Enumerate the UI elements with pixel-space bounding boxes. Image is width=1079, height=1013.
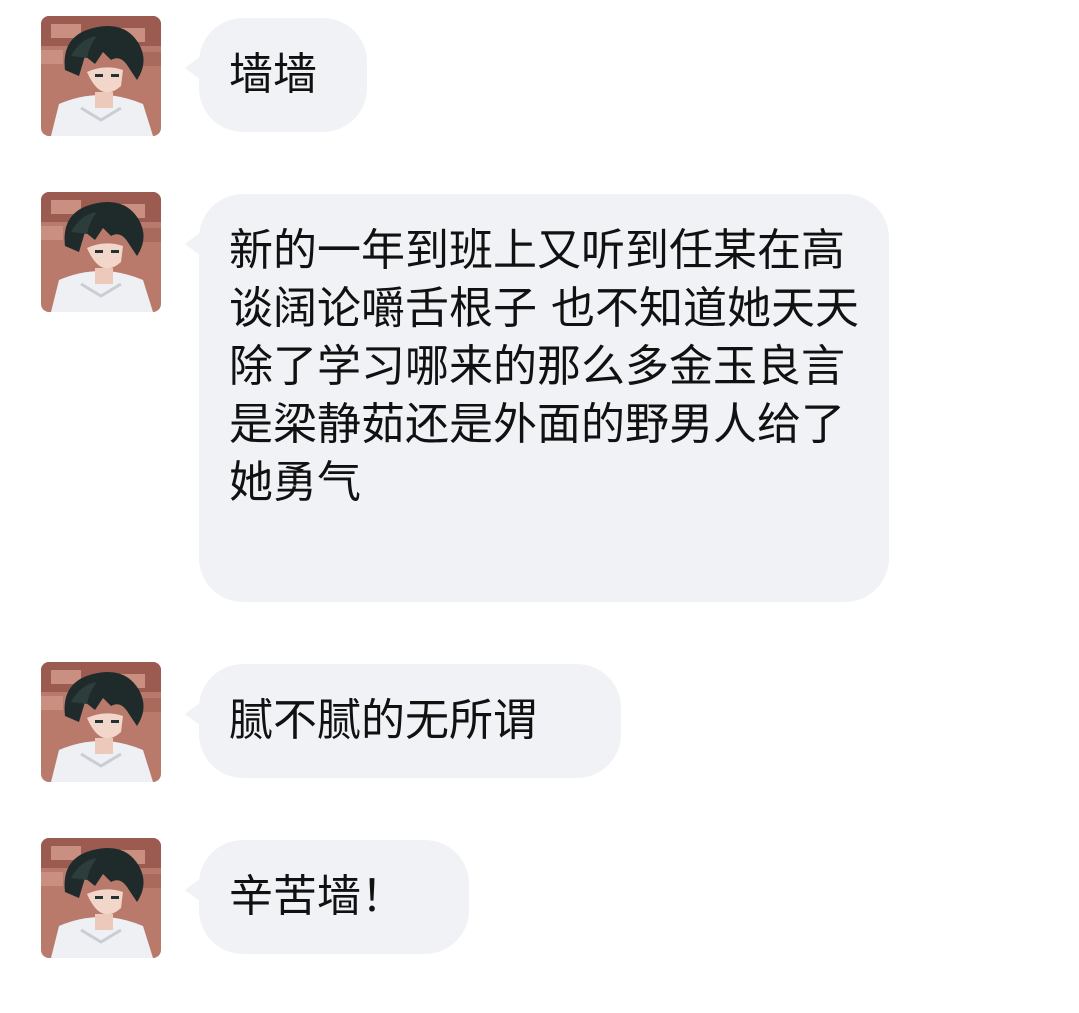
message-text: 新的一年到班上又听到任某在高谈阔论嚼舌根子 也不知道她天天除了学习哪来的那么多金…: [229, 225, 859, 508]
user-avatar-icon[interactable]: [41, 16, 161, 136]
user-avatar-icon[interactable]: [41, 662, 161, 782]
user-avatar-icon[interactable]: [41, 838, 161, 958]
message-text: 辛苦墙！: [229, 871, 405, 922]
chat-bubble[interactable]: 腻不腻的无所谓: [185, 664, 621, 778]
user-avatar-icon[interactable]: [41, 192, 161, 312]
chat-bubble[interactable]: 新的一年到班上又听到任某在高谈阔论嚼舌根子 也不知道她天天除了学习哪来的那么多金…: [185, 194, 889, 602]
chat-bubble[interactable]: 墙墙: [185, 18, 367, 132]
chat-bubble[interactable]: 辛苦墙！: [185, 840, 469, 954]
message-text: 墙墙: [229, 49, 317, 100]
message-text: 腻不腻的无所谓: [229, 695, 537, 746]
